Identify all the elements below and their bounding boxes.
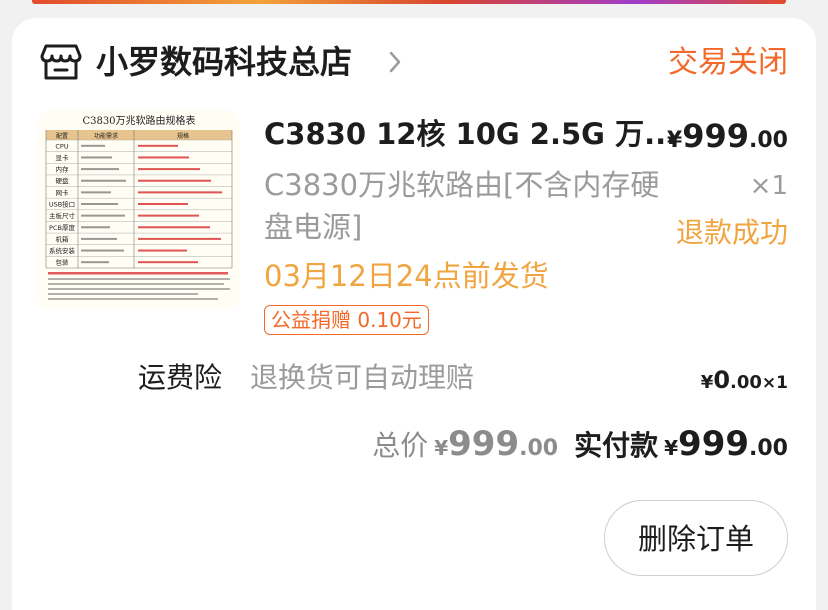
thumb-row-spec	[138, 168, 200, 171]
chevron-right-icon[interactable]	[386, 49, 404, 75]
thumb-row-spec	[138, 237, 221, 240]
product-thumbnail[interactable]: C3830万兆软路由规格表 配置 功能需求 规格 CPU 显卡内存硬盘网卡 USB接…	[38, 110, 240, 310]
ins-qty: ×1	[761, 373, 788, 393]
price-currency: ¥	[666, 128, 683, 153]
thumb-row-feature	[81, 226, 110, 229]
order-status: 交易关闭	[668, 45, 788, 80]
paid-decimal: .00	[749, 436, 788, 461]
thumb-row-feature	[81, 249, 124, 252]
thumb-row-label: CPU	[55, 142, 68, 150]
thumb-row-spec	[138, 144, 178, 147]
thumb-title: C3830万兆软路由规格表	[82, 114, 195, 127]
product-title[interactable]: C3830 12核 10G 2.5G 万...	[264, 114, 677, 154]
thumb-row-spec	[138, 179, 211, 182]
thumb-row-label: 主板尺寸	[49, 211, 76, 220]
insurance-price: ¥0.00×1	[701, 364, 788, 399]
thumb-row-feature	[81, 168, 119, 171]
product-quantity: ×1	[749, 171, 788, 201]
insurance-desc: 退换货可自动理赔	[250, 361, 475, 394]
thumb-header-2: 功能需求	[94, 132, 118, 140]
thumb-row-spec	[138, 261, 198, 264]
paid-label: 实付款	[574, 429, 659, 462]
thumb-row-spec	[138, 191, 222, 194]
thumb-row-feature	[81, 214, 125, 217]
product-sku: C3830万兆软路由[不含内存硬盘电源]	[264, 168, 660, 244]
thumb-row-label: 硬盘	[56, 176, 70, 185]
thumb-row-label: 机箱	[56, 234, 70, 243]
thumb-row-spec	[138, 226, 210, 229]
insurance-label: 运费险	[138, 361, 223, 394]
thumb-row-feature	[81, 237, 117, 240]
total-decimal: .00	[519, 436, 559, 461]
thumb-row-spec	[138, 214, 199, 217]
thumb-header-1: 配置	[56, 133, 68, 140]
thumb-row-label: 内存	[56, 165, 70, 174]
ins-currency: ¥	[700, 372, 714, 393]
totals-row: 总价 ¥999.00 实付款 ¥999.00	[372, 422, 788, 472]
charity-badge: 公益捐赠 0.10元	[264, 305, 429, 335]
paid-currency: ¥	[664, 436, 679, 460]
thumb-row-spec	[138, 156, 189, 159]
refund-status[interactable]: 退款成功	[676, 213, 788, 253]
thumb-row-feature	[81, 179, 126, 182]
thumb-row-feature	[81, 261, 109, 264]
ins-integer: 0	[713, 366, 731, 394]
thumb-row-spec	[138, 203, 188, 205]
store-icon	[40, 44, 82, 80]
store-name[interactable]: 小罗数码科技总店	[96, 40, 352, 84]
ins-decimal: .00	[730, 372, 762, 393]
thumb-row-label: 系统安装	[49, 246, 76, 255]
total-currency: ¥	[434, 436, 449, 460]
price-decimal: .00	[749, 128, 788, 153]
thumb-row-feature	[81, 156, 112, 159]
thumb-row-spec	[138, 249, 187, 252]
thumb-row-label: 网卡	[56, 188, 70, 197]
total-integer: 999	[448, 424, 520, 464]
product-price: ¥999.00	[667, 116, 788, 162]
order-card: 小罗数码科技总店 交易关闭 C3830万兆软路由规格表 配置 功能需求 规格 C…	[12, 18, 816, 610]
paid-integer: 999	[678, 424, 750, 464]
thumb-row-feature	[81, 144, 105, 147]
price-integer: 999	[682, 117, 750, 155]
thumb-header-3: 规格	[177, 132, 189, 140]
thumb-row-feature	[81, 191, 111, 194]
shipping-note: 03月12日24点前发货	[264, 259, 549, 293]
top-decoration	[32, 0, 786, 4]
thumb-row-feature	[81, 203, 118, 205]
spec-sheet-image: C3830万兆软路由规格表 配置 功能需求 规格 CPU 显卡内存硬盘网卡 USB接…	[38, 110, 240, 310]
total-label: 总价	[372, 429, 429, 462]
thumb-row-label: PCB厚度	[49, 223, 75, 232]
thumb-row-label: 包装	[56, 258, 70, 267]
thumb-row-label: 显卡	[56, 153, 70, 162]
thumb-row-label: USB接口	[49, 200, 75, 209]
delete-order-button[interactable]: 删除订单	[604, 500, 788, 576]
